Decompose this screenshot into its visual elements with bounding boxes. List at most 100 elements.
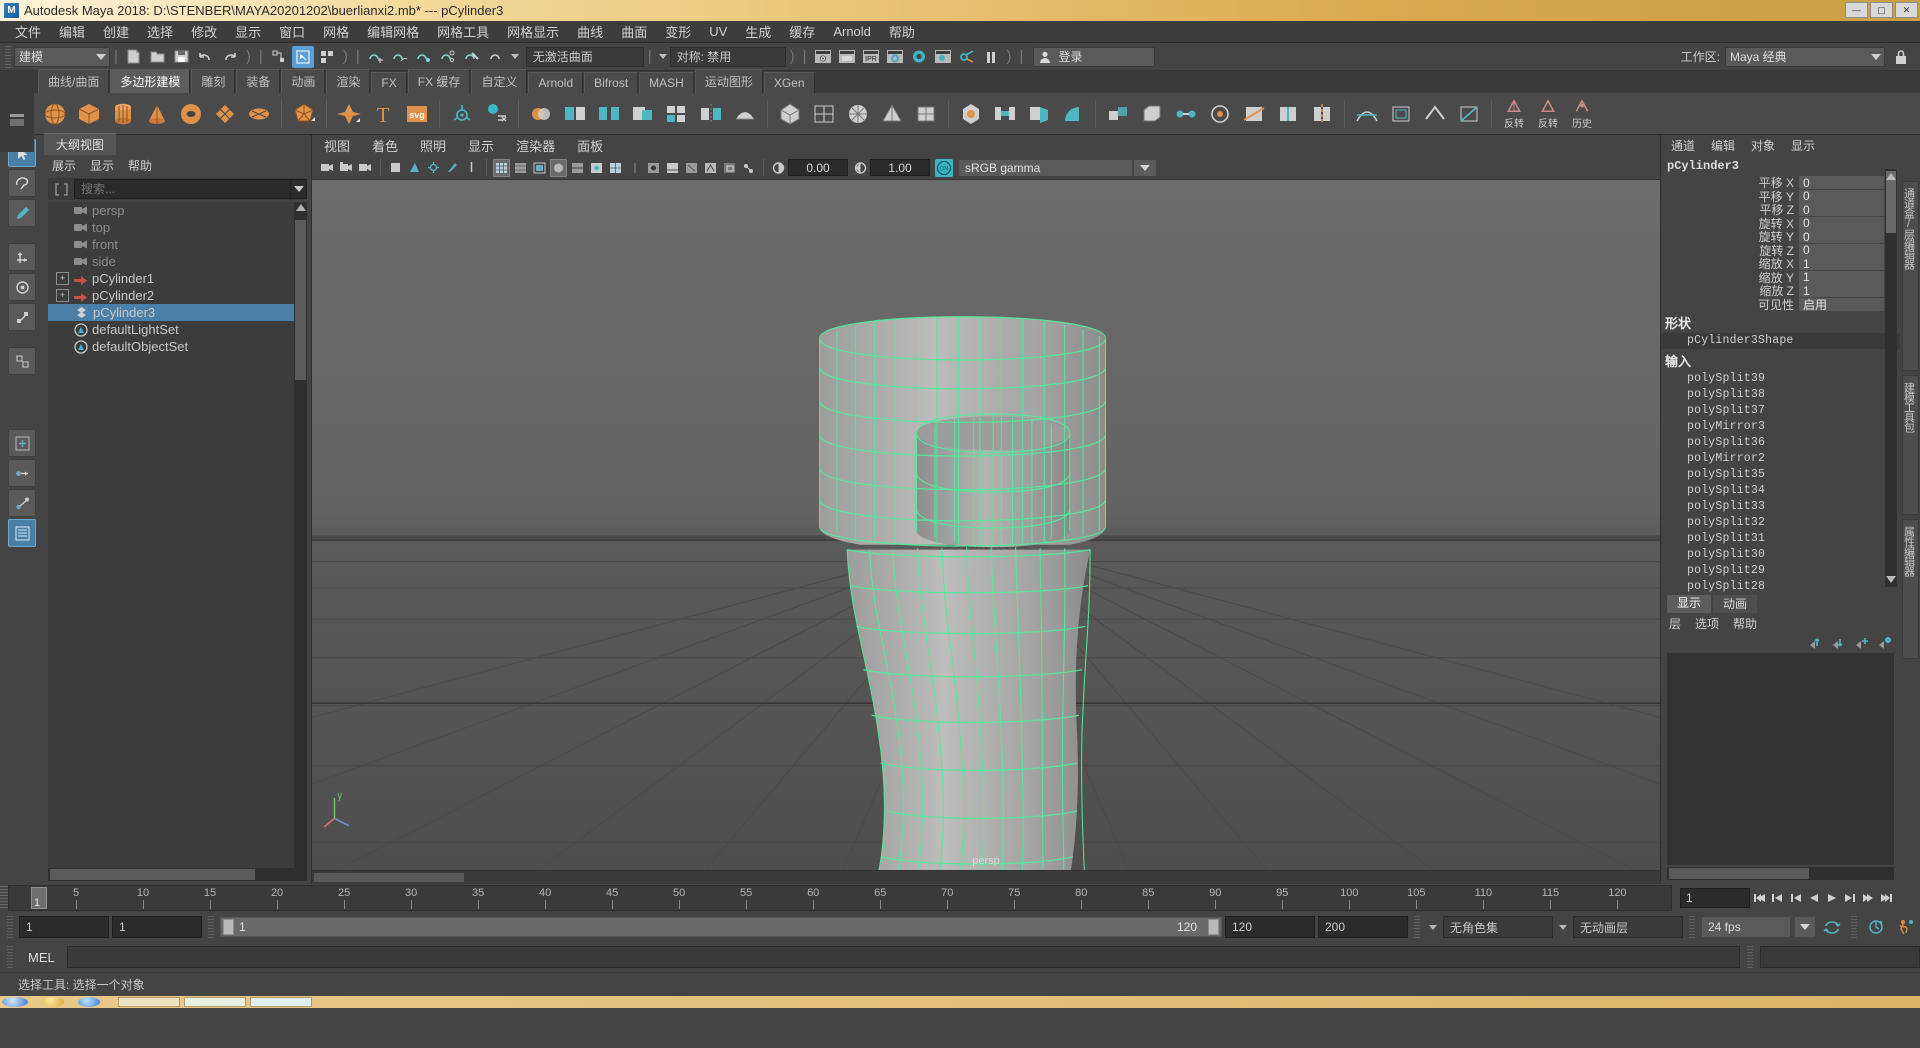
film-gate-icon[interactable] <box>512 159 529 177</box>
shadow-icon[interactable] <box>444 159 461 177</box>
input-node-polySplit39[interactable]: polySplit39 <box>1661 371 1900 387</box>
input-node-polyMirror2[interactable]: polyMirror2 <box>1661 451 1900 467</box>
playback-loop-icon[interactable] <box>1819 920 1845 935</box>
snap-projected-icon[interactable] <box>437 46 459 68</box>
fps-chevron-icon[interactable] <box>1794 916 1816 938</box>
bevel-icon[interactable] <box>1137 98 1167 130</box>
step-forward-frame-icon[interactable] <box>1842 889 1858 907</box>
input-node-polySplit31[interactable]: polySplit31 <box>1661 531 1900 547</box>
menu-deform[interactable]: 变形 <box>656 20 700 43</box>
gamma-icon[interactable] <box>852 159 869 177</box>
shelf-tab-fx-cache[interactable]: FX 缓存 <box>407 69 471 93</box>
extract-icon[interactable] <box>628 98 658 130</box>
anim-preferences-icon[interactable] <box>1892 919 1920 935</box>
menu-arnold[interactable]: Arnold <box>824 22 880 41</box>
snap-grid-icon[interactable] <box>365 46 387 68</box>
mirror-icon[interactable] <box>696 98 726 130</box>
expand-toggle-icon[interactable]: + <box>56 272 69 285</box>
wireframe-shaded-icon[interactable] <box>569 159 586 177</box>
smooth-icon[interactable] <box>730 98 760 130</box>
move-layer-down-icon[interactable] <box>1831 636 1846 649</box>
poly-primitive-icon[interactable] <box>334 98 364 130</box>
poly-cone-icon[interactable] <box>142 98 172 130</box>
menu-cache[interactable]: 缓存 <box>780 20 824 43</box>
taskbar-app-1-icon[interactable] <box>2 997 28 1007</box>
multicut-icon[interactable] <box>1239 98 1269 130</box>
shelf-tab-animation[interactable]: 动画 <box>281 69 326 93</box>
menu-help[interactable]: 帮助 <box>880 20 924 43</box>
poly-sculpt-icon[interactable] <box>447 98 477 130</box>
cb-menu-edit[interactable]: 编辑 <box>1711 137 1735 154</box>
scroll-thumb[interactable] <box>1886 171 1896 233</box>
anim-layer-chevron-icon[interactable] <box>1556 917 1570 937</box>
fill-hole-icon[interactable] <box>956 98 986 130</box>
command-output-grip[interactable] <box>1747 946 1753 968</box>
scroll-thumb[interactable] <box>314 873 464 882</box>
soften-edge-icon[interactable]: 反转 <box>1533 98 1563 130</box>
command-output-field[interactable] <box>1760 946 1920 968</box>
scroll-up-arrow-icon[interactable] <box>1886 173 1896 180</box>
channel-value[interactable]: 0 <box>1799 203 1884 217</box>
vtab-modeling-toolkit[interactable]: 建模工具包 <box>1901 375 1919 515</box>
two-pane-icon[interactable] <box>406 159 423 177</box>
channelbox-attribute-list[interactable]: 平移 X 0 平移 Y 0 平移 Z 0 旋转 X 0 旋转 Y 0 旋转 Z 0 缩放 X 1 缩放 Y1… <box>1661 176 1900 312</box>
snap-together-icon[interactable] <box>8 429 36 457</box>
select-object-icon[interactable] <box>291 45 314 68</box>
snap-curve-icon[interactable] <box>389 46 411 68</box>
reduce-icon[interactable] <box>809 98 839 130</box>
channel-box[interactable]: pCylinder3 平移 X 0 平移 Y 0 平移 Z 0 旋转 X 0 旋转 Y 0 旋转 Z… <box>1661 155 1900 595</box>
viewport-menu-show[interactable]: 显示 <box>468 136 494 155</box>
symmetry-chevron-icon[interactable] <box>656 47 670 67</box>
current-time-indicator[interactable]: 1 <box>31 887 47 909</box>
select-component-icon[interactable] <box>316 46 338 68</box>
append-icon[interactable] <box>1024 98 1054 130</box>
separate-icon[interactable] <box>594 98 624 130</box>
menu-select[interactable]: 选择 <box>138 20 182 43</box>
hypershade-icon[interactable] <box>908 46 930 68</box>
outliner-item-pCylinder1[interactable]: + pCylinder1 <box>48 270 307 287</box>
taskbar-app-3-icon[interactable] <box>78 997 100 1007</box>
workspace-selector[interactable]: Maya 经典 <box>1725 46 1885 67</box>
shelf-editor-button[interactable] <box>0 88 34 152</box>
channel-value[interactable]: 1 <box>1799 257 1884 271</box>
harden-edge-icon[interactable]: 历史 <box>1567 98 1597 130</box>
menu-edit[interactable]: 编辑 <box>50 20 94 43</box>
new-layer-from-selected-icon[interactable] <box>1877 636 1892 649</box>
outliner-item-defaultObjectSet[interactable]: defaultObjectSet <box>48 338 307 355</box>
fps-selector[interactable]: 24 fps <box>1701 916 1791 938</box>
channel-row-9[interactable]: 可见性 启用 <box>1661 297 1900 312</box>
extrude-icon[interactable] <box>1103 98 1133 130</box>
render-setup-icon[interactable] <box>932 46 954 68</box>
poly-svg-icon[interactable]: svg <box>402 98 432 130</box>
shelf-tab-poly-modeling[interactable]: 多边形建模 <box>110 69 191 93</box>
channel-value[interactable]: 1 <box>1799 270 1884 284</box>
menu-windows[interactable]: 窗口 <box>270 20 314 43</box>
move-layer-up-icon[interactable] <box>1808 636 1823 649</box>
shadows-icon[interactable] <box>645 159 662 177</box>
shelf-tab-arnold[interactable]: Arnold <box>528 72 584 93</box>
anim-layer-field[interactable]: 无动画层 <box>1573 916 1683 938</box>
select-camera-icon[interactable] <box>319 159 336 177</box>
menu-generate[interactable]: 生成 <box>736 20 780 43</box>
step-forward-key-icon[interactable] <box>1860 889 1876 907</box>
viewport-horizontal-scrollbar[interactable] <box>312 870 1660 884</box>
menu-mesh[interactable]: 网格 <box>314 20 358 43</box>
outliner-item-front[interactable]: front <box>48 236 307 253</box>
live-surface-field[interactable]: 无激活曲面 <box>525 46 644 67</box>
retopo-icon[interactable] <box>775 98 805 130</box>
snap-none-icon[interactable] <box>485 46 507 68</box>
xray-icon[interactable] <box>721 159 738 177</box>
color-profile-chevron-icon[interactable] <box>1133 158 1157 177</box>
symmetry-field[interactable]: 对称: 禁用 <box>669 46 786 67</box>
poly-history-icon[interactable] <box>481 98 511 130</box>
menu-modify[interactable]: 修改 <box>182 20 226 43</box>
vtab-attribute-editor[interactable]: 属性编辑器 <box>1901 519 1919 659</box>
vtab-channel-box[interactable]: 通道盒/层编辑器 <box>1901 181 1919 371</box>
command-line-label[interactable]: MEL <box>20 950 63 965</box>
taskbar-window-3[interactable] <box>250 997 312 1007</box>
layer-editor-scrollbar[interactable] <box>1667 867 1894 880</box>
last-tool-icon[interactable] <box>8 347 36 375</box>
step-back-key-icon[interactable] <box>1770 889 1786 907</box>
outliner-search-input[interactable] <box>74 179 291 199</box>
play-backwards-icon[interactable] <box>1806 889 1822 907</box>
